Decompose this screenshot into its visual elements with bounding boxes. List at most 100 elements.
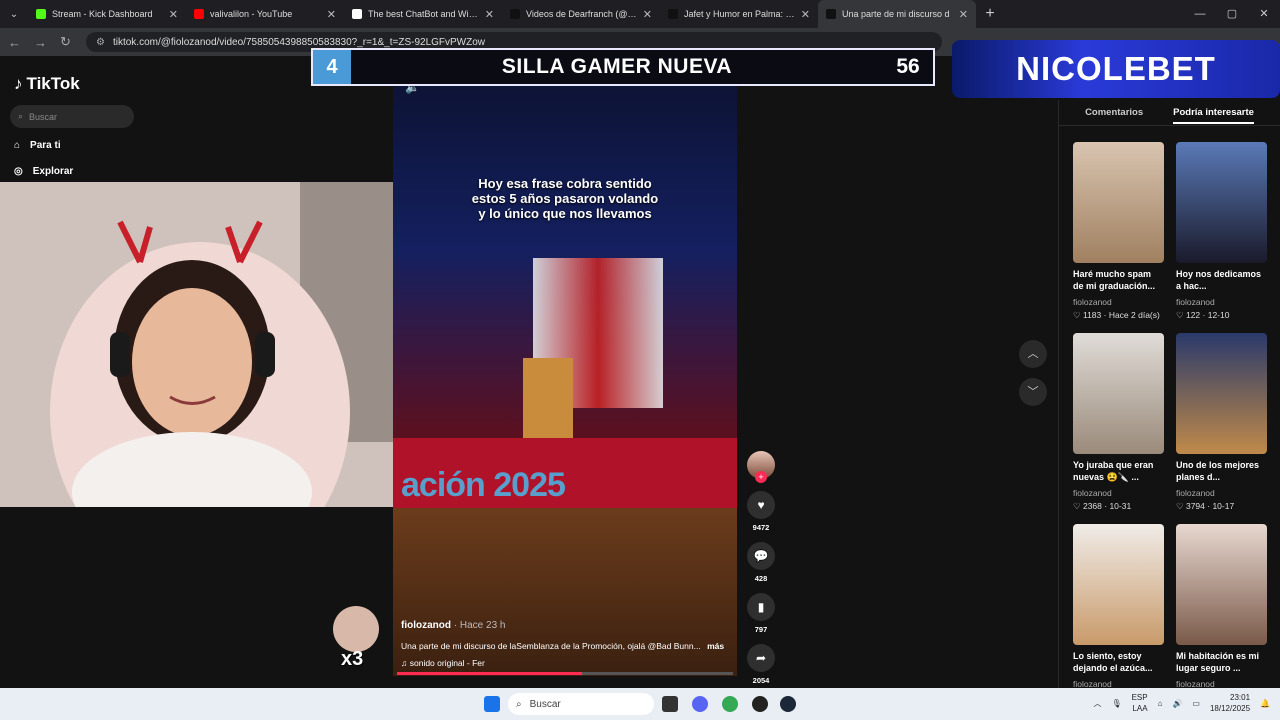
battery-icon[interactable]: ▭ — [1192, 699, 1200, 708]
video-progress-bar[interactable] — [397, 672, 733, 675]
tab-comments[interactable]: Comentarios — [1085, 107, 1143, 118]
video-player[interactable]: 🔈 Hoy esa frase cobra sentido estos 5 añ… — [393, 68, 737, 676]
caption-line: Hoy esa frase cobra sentido — [478, 176, 652, 191]
card-title[interactable]: Yo juraba que eran nuevas 😫🔪 ... — [1073, 459, 1164, 485]
card-user[interactable]: fiolozanod — [1176, 488, 1267, 498]
goal-number: 4 — [313, 50, 351, 84]
video-thumbnail[interactable] — [1073, 524, 1164, 645]
bookmark-icon: ▮ — [747, 593, 775, 621]
emote-multiplier: x3 — [341, 648, 364, 670]
recommended-video-card[interactable]: Lo siento, estoy dejando el azúca... fiol… — [1073, 524, 1164, 692]
reload-icon[interactable]: ↻ — [60, 34, 74, 50]
tab-favicon-icon — [510, 9, 520, 19]
notification-icon[interactable]: 🔔 — [1260, 699, 1270, 708]
steam-icon[interactable] — [780, 696, 796, 712]
sidebar-item-label: Explorar — [32, 166, 74, 177]
save-button[interactable]: ▮ 797 — [745, 593, 777, 634]
browser-tab[interactable]: valivalilon - YouTube ✕ — [186, 0, 344, 28]
tab-favicon-icon — [668, 9, 678, 19]
author-name[interactable]: fiolozanod — [401, 620, 451, 631]
minimize-icon[interactable]: — — [1184, 0, 1216, 28]
video-thumbnail[interactable] — [1073, 142, 1164, 263]
volume-icon[interactable]: 🔊 — [1172, 699, 1182, 708]
like-button[interactable]: ♥ 9472 — [745, 491, 777, 532]
browser-tab[interactable]: Stream - Kick Dashboard ✕ — [28, 0, 186, 28]
forward-icon[interactable]: → — [34, 35, 48, 50]
video-thumbnail[interactable] — [1073, 333, 1164, 454]
maximize-icon[interactable]: ▢ — [1216, 0, 1248, 28]
tab-favicon-icon — [194, 9, 204, 19]
streamer-webcam — [0, 182, 395, 507]
tab-search-icon[interactable]: ⌄ — [0, 0, 28, 28]
card-title[interactable]: Mi habitación es mi lugar seguro ... — [1176, 650, 1267, 676]
card-title[interactable]: Haré mucho spam de mi graduación... — [1073, 268, 1164, 294]
more-link[interactable]: más — [707, 641, 724, 651]
clock[interactable]: 23:01 18/12/2025 — [1210, 692, 1250, 714]
search-input[interactable]: ⌕ Buscar — [10, 105, 134, 128]
follow-plus-icon[interactable]: + — [755, 471, 767, 483]
share-icon: ➦ — [747, 644, 775, 672]
close-tab-icon[interactable]: ✕ — [959, 8, 968, 21]
chevron-up-icon[interactable]: ︿ — [1093, 698, 1101, 709]
next-video-button[interactable]: ﹀ — [1019, 378, 1047, 406]
comment-button[interactable]: 💬 428 — [745, 542, 777, 583]
sponsor-banner: NICOLEBET — [952, 40, 1280, 98]
browser-tab[interactable]: Jafet y Humor en Palma: Meme ✕ — [660, 0, 818, 28]
chrome-icon[interactable] — [722, 696, 738, 712]
card-user[interactable]: fiolozanod — [1073, 297, 1164, 307]
close-tab-icon[interactable]: ✕ — [327, 8, 336, 21]
logo-text: TikTok — [26, 74, 80, 93]
obs-icon[interactable] — [752, 696, 768, 712]
close-tab-icon[interactable]: ✕ — [643, 8, 652, 21]
card-title[interactable]: Hoy nos dedicamos a hac... — [1176, 268, 1267, 294]
site-info-icon[interactable]: ⚙ — [96, 37, 105, 48]
video-author[interactable]: fiolozanod · Hace 23 h — [401, 620, 505, 631]
taskbar-search-text: Buscar — [529, 698, 561, 710]
microphone-icon[interactable]: 🎙 — [1111, 699, 1121, 708]
card-user[interactable]: fiolozanod — [1176, 297, 1267, 307]
browser-tab[interactable]: Una parte de mi discurso d ✕ — [818, 0, 976, 28]
recommendations-panel: Comentarios Podría interesarte Haré much… — [1058, 100, 1280, 689]
time: 23:01 — [1230, 693, 1251, 702]
video-thumbnail[interactable] — [1176, 142, 1267, 263]
windows-start-icon[interactable] — [484, 696, 500, 712]
card-title[interactable]: Uno de los mejores planes d... — [1176, 459, 1267, 485]
tiktok-logo[interactable]: ♪ TikTok — [14, 74, 80, 94]
compass-icon: ◎ — [14, 166, 23, 177]
close-window-icon[interactable]: ✕ — [1248, 0, 1280, 28]
previous-video-button[interactable]: ︿ — [1019, 340, 1047, 368]
recommended-video-card[interactable]: Uno de los mejores planes d... fiolozanod… — [1176, 333, 1267, 512]
video-thumbnail[interactable] — [1176, 524, 1267, 645]
video-thumbnail[interactable] — [1176, 333, 1267, 454]
language-indicator[interactable]: ESP LAA — [1132, 692, 1148, 714]
sidebar-item-para-ti[interactable]: ⌂ Para ti — [14, 140, 61, 151]
close-tab-icon[interactable]: ✕ — [801, 8, 810, 21]
card-title[interactable]: Lo siento, estoy dejando el azúca... — [1073, 650, 1164, 676]
new-tab-button[interactable]: + — [976, 5, 1004, 23]
creator-avatar[interactable]: + — [747, 451, 775, 483]
close-tab-icon[interactable]: ✕ — [485, 8, 494, 21]
card-stats: ♡ 3794 · 10-17 — [1176, 501, 1235, 511]
network-icon[interactable]: ⌂ — [1158, 699, 1163, 708]
share-button[interactable]: ➦ 2054 — [745, 644, 777, 685]
recommended-video-card[interactable]: Haré mucho spam de mi graduación... fiolo… — [1073, 142, 1164, 321]
card-user[interactable]: fiolozanod — [1073, 488, 1164, 498]
task-view-icon[interactable] — [662, 696, 678, 712]
tiktok-page: ♪ TikTok ⌕ Buscar ⌂ Para ti ◎ Explorar 🔈 — [0, 56, 1280, 689]
share-count: 2054 — [752, 676, 770, 685]
browser-tab[interactable]: The best ChatBot and Widgets ✕ — [344, 0, 502, 28]
recommended-video-card[interactable]: Hoy nos dedicamos a hac... fiolozanod ♡ 12… — [1176, 142, 1267, 321]
keyboard-layout: LAA — [1132, 704, 1148, 713]
sidebar-item-explorar[interactable]: ◎ Explorar — [14, 166, 73, 177]
browser-tab[interactable]: Videos de Dearfranch (@missde ✕ — [502, 0, 660, 28]
close-tab-icon[interactable]: ✕ — [169, 8, 178, 21]
taskbar-search[interactable]: ⌕ Buscar — [508, 693, 654, 715]
back-icon[interactable]: ← — [8, 35, 22, 50]
video-description: Una parte de mi discurso de laSemblanza … — [401, 641, 731, 651]
discord-icon[interactable] — [692, 696, 708, 712]
recommended-video-card[interactable]: Yo juraba que eran nuevas 😫🔪 ... fiolozan… — [1073, 333, 1164, 512]
tab-recommended[interactable]: Podría interesarte — [1173, 107, 1254, 124]
sound-link[interactable]: ♫ sonido original - Fer — [401, 658, 485, 668]
recommended-video-card[interactable]: Mi habitación es mi lugar seguro ... fiol… — [1176, 524, 1267, 692]
heart-icon: ♥ — [747, 491, 775, 519]
